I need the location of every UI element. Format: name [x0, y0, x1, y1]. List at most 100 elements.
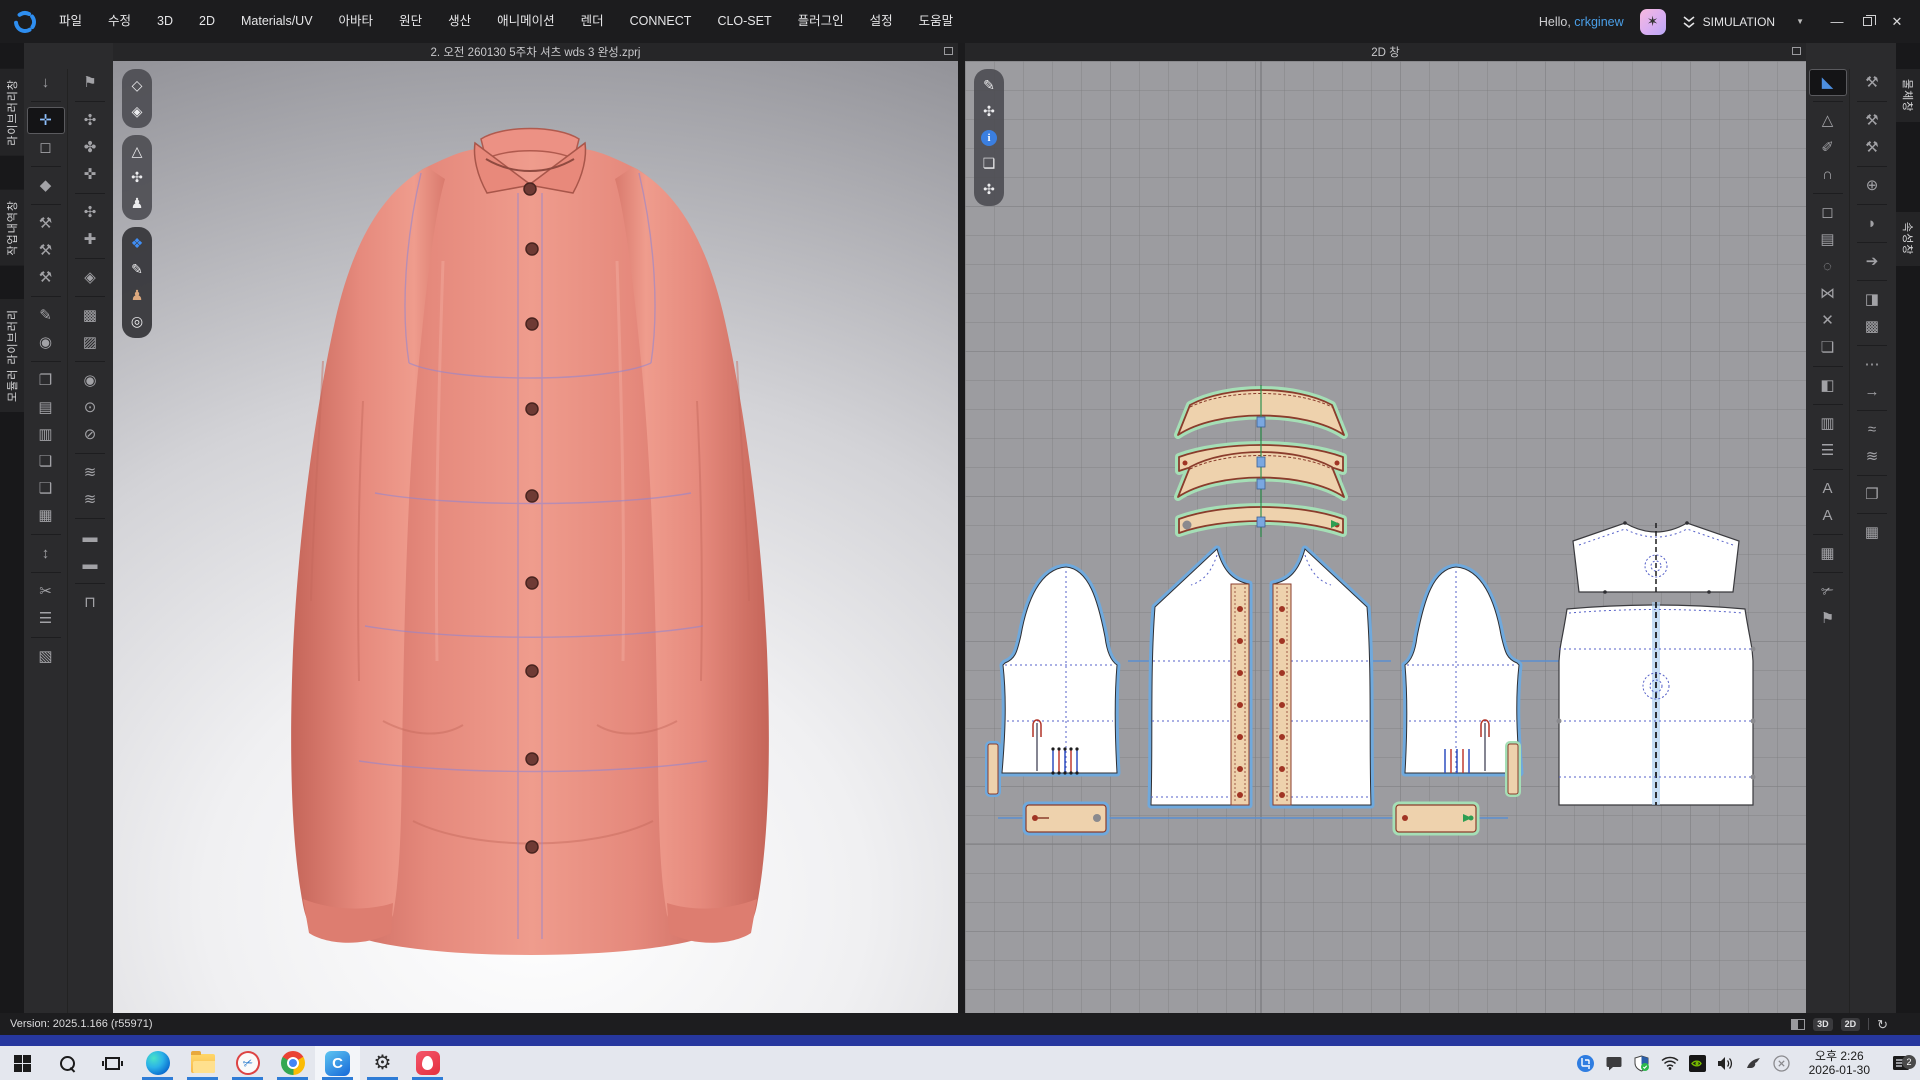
pattern-cuff-left[interactable]: [1026, 805, 1106, 832]
taskbar-chrome[interactable]: [270, 1046, 315, 1080]
panel-2d-titlebar[interactable]: 2D 창: [965, 43, 1806, 61]
taskbar-edge[interactable]: [135, 1046, 180, 1080]
simulation-caret-icon[interactable]: ▼: [1796, 17, 1804, 26]
taskbar-clo-app[interactable]: C: [315, 1046, 360, 1080]
polygon-pattern-icon[interactable]: ◻: [1809, 199, 1847, 226]
menu-item-11[interactable]: CLO-SET: [704, 0, 784, 43]
fabric-roll-a-icon[interactable]: ▬: [71, 524, 109, 551]
clone-pattern-icon[interactable]: ❐: [1853, 481, 1891, 508]
menu-item-9[interactable]: 렌더: [568, 0, 617, 43]
pin-shirt-view-icon[interactable]: ◈: [124, 100, 150, 123]
front-open-garment-icon[interactable]: ▥: [27, 421, 65, 448]
pattern-info-icon[interactable]: i: [976, 126, 1002, 149]
pattern-cuff-right[interactable]: [1396, 805, 1476, 832]
pattern-front-right[interactable]: [1273, 549, 1371, 805]
menu-item-13[interactable]: 설정: [857, 0, 906, 43]
texture-shirt-b-icon[interactable]: ▨: [71, 329, 109, 356]
notification-center-button[interactable]: 2: [1886, 1055, 1916, 1071]
account-greeting[interactable]: Hello, crkginew: [1539, 15, 1624, 29]
undock-2d-icon[interactable]: [1792, 47, 1801, 55]
menu-item-2[interactable]: 3D: [144, 0, 186, 43]
view-3d-button[interactable]: 3D: [1813, 1018, 1833, 1031]
drape-dots-icon[interactable]: ◈: [71, 264, 109, 291]
menu-item-3[interactable]: 2D: [186, 0, 228, 43]
ai-assistant-button[interactable]: ✶: [1640, 9, 1666, 35]
show-fabric-2d-icon[interactable]: ❏: [976, 152, 1002, 175]
show-fabric-icon[interactable]: ❖: [124, 232, 150, 255]
pattern-back-yoke[interactable]: [1573, 521, 1739, 594]
pleat-box-icon[interactable]: ▦: [1853, 519, 1891, 546]
pleat-panel-icon[interactable]: ▦: [1809, 540, 1847, 567]
arrange-arrow-icon[interactable]: ↓: [27, 69, 65, 96]
menu-item-14[interactable]: 도움말: [906, 0, 967, 43]
transform-pattern-icon[interactable]: ◣: [1809, 69, 1847, 96]
texture-shirt-a-icon[interactable]: ▩: [71, 302, 109, 329]
menu-item-12[interactable]: 플러그인: [785, 0, 857, 43]
seam-box-icon[interactable]: ◧: [1809, 372, 1847, 399]
dotted-rect-icon[interactable]: ◌: [1809, 253, 1847, 280]
fold-3d-pane-icon[interactable]: ❏: [27, 448, 65, 475]
taskbar-file-explorer[interactable]: [180, 1046, 225, 1080]
dart-tool-icon[interactable]: ⋈: [1809, 280, 1847, 307]
mn-sewing-2d-icon[interactable]: ⚒: [1853, 134, 1891, 161]
pattern-2d-canvas[interactable]: [965, 61, 1806, 1013]
menu-item-6[interactable]: 원단: [386, 0, 435, 43]
edit-pattern-icon[interactable]: △: [1809, 107, 1847, 134]
close-button[interactable]: ✕: [1882, 7, 1912, 37]
pattern-sleeve-left[interactable]: [1002, 567, 1117, 775]
dashed-line-icon[interactable]: ⋯: [1853, 351, 1891, 378]
iron-press-icon[interactable]: ◗: [1853, 210, 1891, 237]
restore-button[interactable]: [1852, 7, 1882, 37]
tape-measure-icon[interactable]: ✂: [27, 578, 65, 605]
button-lock-icon[interactable]: ⊘: [71, 421, 109, 448]
show-seamlines-icon[interactable]: ✣: [124, 166, 150, 189]
tray-nvidia[interactable]: [1687, 1052, 1709, 1074]
lacing-icon[interactable]: ▤: [1809, 226, 1847, 253]
taskbar-red-app[interactable]: [405, 1046, 450, 1080]
pattern-scale-icon[interactable]: ↕: [27, 540, 65, 567]
taskbar-clock[interactable]: 오후 2:26 2026-01-30: [1799, 1049, 1880, 1077]
segment-sewing-icon[interactable]: ⚒: [27, 210, 65, 237]
clone-avatar-pattern-icon[interactable]: ⚑: [1809, 605, 1847, 632]
tray-dismiss[interactable]: [1771, 1052, 1793, 1074]
tray-volume[interactable]: [1715, 1052, 1737, 1074]
menu-item-10[interactable]: CONNECT: [617, 0, 705, 43]
trace-pattern-icon[interactable]: ❏: [1809, 334, 1847, 361]
menu-item-0[interactable]: 파일: [46, 0, 95, 43]
menu-item-7[interactable]: 생산: [435, 0, 484, 43]
side-tab-작업내역창[interactable]: 작업내역창: [0, 190, 24, 266]
start-button[interactable]: [0, 1046, 45, 1080]
side-tab-속성창[interactable]: 속성창: [1896, 212, 1920, 265]
pin-tool-icon[interactable]: ✎: [27, 302, 65, 329]
free-sewing-2d-icon[interactable]: ⚒: [1853, 107, 1891, 134]
dashed-arrow-icon[interactable]: →: [1853, 378, 1891, 405]
pattern-strip-left[interactable]: [988, 744, 998, 794]
fold-arrangement-icon[interactable]: ❐: [27, 367, 65, 394]
pattern-sleeve-right[interactable]: [1405, 567, 1520, 773]
text-tool-icon[interactable]: A: [1809, 502, 1847, 529]
gizmo-shirt-3-icon[interactable]: ✜: [71, 161, 109, 188]
task-view-button[interactable]: [90, 1046, 135, 1080]
shirt-body[interactable]: [291, 138, 769, 955]
menu-item-1[interactable]: 수정: [95, 0, 144, 43]
free-sewing-icon[interactable]: ⚒: [27, 237, 65, 264]
view-2d-button[interactable]: 2D: [1841, 1018, 1861, 1031]
refold-3d-pane-icon[interactable]: ❑: [27, 475, 65, 502]
zipper-a-icon[interactable]: ≋: [71, 459, 109, 486]
reset-view-button[interactable]: ↻: [1877, 1018, 1888, 1031]
checker-shirt-icon[interactable]: ▩: [1853, 313, 1891, 340]
show-avatar-icon[interactable]: ♟: [124, 192, 150, 215]
pattern-strip-right[interactable]: [1508, 744, 1518, 794]
taskbar-settings[interactable]: ⚙: [360, 1046, 405, 1080]
side-tab-라이브러리창[interactable]: 라이브러리창: [0, 69, 24, 156]
seam-taping-icon[interactable]: ⊓: [71, 589, 109, 616]
move-gizmo-icon[interactable]: ✛: [27, 107, 65, 134]
taskbar-snipping-tool[interactable]: ✂: [225, 1046, 270, 1080]
pleat-sewing-icon[interactable]: ✃: [1809, 578, 1847, 605]
show-environment-icon[interactable]: ◎: [124, 310, 150, 333]
tray-chat[interactable]: [1603, 1052, 1625, 1074]
tshirt-arrow-icon[interactable]: ➔: [1853, 248, 1891, 275]
garment-measure-icon[interactable]: ▧: [27, 643, 65, 670]
solidify-jacket-icon[interactable]: ▤: [27, 394, 65, 421]
viewport-3d[interactable]: ◇◈△✣♟❖✎♟◎: [113, 61, 958, 1013]
